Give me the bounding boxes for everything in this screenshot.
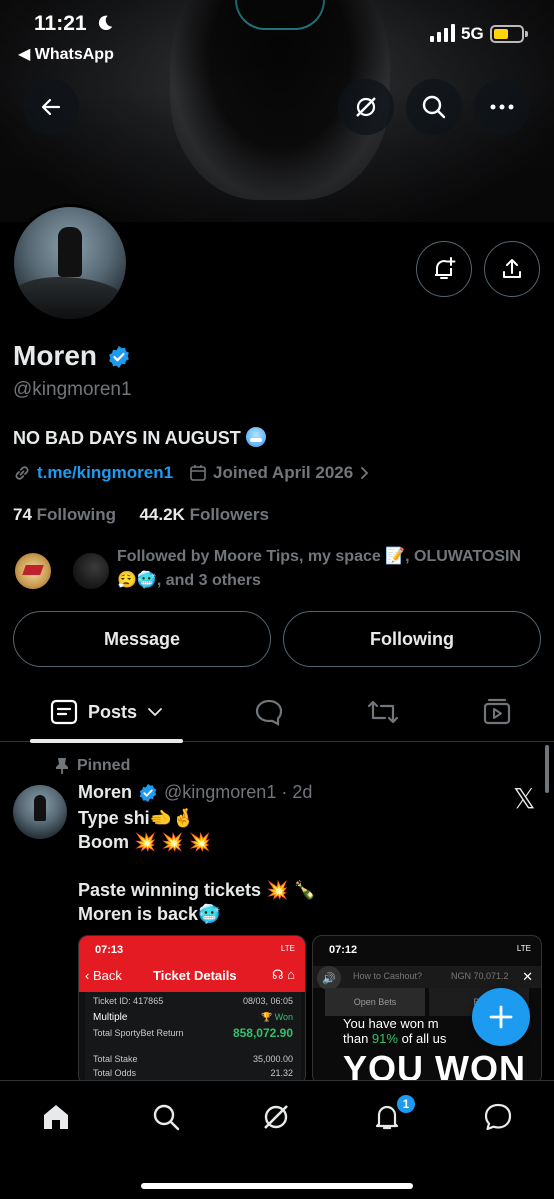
- close-icon: ✕: [522, 969, 533, 984]
- compose-post-button[interactable]: [472, 988, 530, 1046]
- media-ticket-title: Ticket Details: [153, 968, 237, 983]
- status-time: 11:21: [34, 12, 87, 35]
- post-header: Moren @kingmoren1 · 2d: [78, 782, 312, 803]
- search-icon: [153, 1104, 180, 1131]
- tab-reposts[interactable]: [365, 694, 401, 730]
- joined-date: Joined April 2026: [213, 463, 354, 482]
- chevron-right-icon[interactable]: [359, 466, 371, 480]
- more-icon: [490, 104, 514, 110]
- status-bar: 11:21 ◀ WhatsApp 5G: [0, 0, 554, 70]
- search-button[interactable]: [406, 79, 462, 135]
- followed-by-text[interactable]: Followed by Moore Tips, my space 📝, OLUW…: [117, 545, 537, 593]
- moon-icon: [98, 15, 113, 31]
- tab-posts-label: Posts: [87, 701, 138, 722]
- follow-counts: 74 Following 44.2K Followers: [13, 505, 269, 525]
- active-tab-indicator: [30, 739, 183, 743]
- following-count-link[interactable]: 74 Following: [13, 505, 116, 524]
- signal-icon: [430, 24, 455, 42]
- post-line: Paste winning tickets 💥 🍾: [78, 880, 316, 900]
- tab-replies[interactable]: [251, 694, 287, 730]
- battery-icon: [490, 25, 528, 43]
- nav-home[interactable]: [36, 1097, 76, 1137]
- post-line: Boom 💥 💥 💥: [78, 832, 212, 852]
- pin-icon: [56, 758, 68, 774]
- bio-text: NO BAD DAYS IN AUGUST: [13, 428, 241, 448]
- media-back-label: ‹ Back: [85, 968, 122, 983]
- link-icon: [15, 466, 29, 480]
- chevron-down-icon: [148, 708, 162, 717]
- share-icon: [503, 259, 521, 278]
- back-button[interactable]: [23, 79, 79, 135]
- scrollbar[interactable]: [545, 745, 549, 793]
- notifications-badge: 1: [395, 1093, 417, 1115]
- profile-link[interactable]: t.me/kingmoren1: [37, 463, 173, 483]
- post-author-avatar[interactable]: [13, 785, 67, 839]
- post-line: [78, 854, 316, 878]
- grok-icon: [356, 97, 376, 117]
- post-author-name[interactable]: Moren: [78, 782, 132, 803]
- nav-messages[interactable]: [478, 1097, 518, 1137]
- message-button[interactable]: Message: [13, 611, 271, 667]
- following-button[interactable]: Following: [283, 611, 541, 667]
- messages-icon: [484, 1103, 512, 1131]
- bottom-nav: [0, 1080, 554, 1199]
- follower-avatar-moore-tips: [13, 551, 53, 591]
- nav-grok[interactable]: [256, 1097, 296, 1137]
- tab-posts[interactable]: Posts: [30, 682, 183, 743]
- post-line: Type shi🫲🤞: [78, 808, 195, 828]
- headset-home-icon: ☊ ⌂: [271, 967, 295, 982]
- tab-media[interactable]: [479, 694, 515, 730]
- followers-count-link[interactable]: 44.2K Followers: [139, 505, 268, 524]
- profile-meta: t.me/kingmoren1 Joined April 2026: [13, 463, 371, 483]
- followed-by-avatars[interactable]: [13, 549, 113, 591]
- more-button[interactable]: [474, 79, 530, 135]
- profile-bio: NO BAD DAYS IN AUGUST: [13, 427, 266, 449]
- cold-face-emoji-icon: [245, 427, 266, 447]
- home-indicator[interactable]: [141, 1183, 413, 1189]
- follower-avatar-my-space: [71, 551, 111, 591]
- reply-icon: [255, 699, 283, 726]
- back-to-app-link[interactable]: ◀ WhatsApp: [18, 44, 114, 64]
- verified-badge-icon: [139, 783, 157, 802]
- verified-badge-icon: [109, 346, 129, 368]
- post-media-ticket-details[interactable]: 07:13 LTE ‹ Back Ticket Details ☊ ⌂ Tick…: [78, 935, 306, 1085]
- share-button[interactable]: [484, 241, 540, 297]
- pinned-label: Pinned: [77, 757, 131, 774]
- network-type: 5G: [461, 24, 484, 43]
- profile-tabs: Posts: [0, 682, 554, 743]
- search-icon: [422, 95, 446, 119]
- posts-icon: [50, 699, 78, 725]
- grok-button[interactable]: [338, 79, 394, 135]
- won-status: 🏆 Won: [260, 1012, 293, 1022]
- post-text: Type shi🫲🤞 Boom 💥 💥 💥 Paste winning tick…: [78, 806, 316, 926]
- volume-icon[interactable]: 🔊: [317, 966, 341, 990]
- media-icon: [483, 698, 511, 725]
- subscribe-notifications-button[interactable]: [416, 241, 472, 297]
- profile-handle: @kingmoren1: [13, 379, 132, 400]
- nav-search[interactable]: [146, 1097, 186, 1137]
- grok-icon: [264, 1105, 288, 1129]
- calendar-icon: [190, 465, 206, 481]
- plus-icon: [489, 1005, 513, 1029]
- post-handle-time: @kingmoren1 · 2d: [164, 782, 313, 802]
- repost-icon: [367, 700, 399, 724]
- home-icon: [44, 1105, 68, 1129]
- back-arrow-icon: [41, 98, 61, 116]
- post-line: Moren is back🥶: [78, 904, 221, 924]
- profile-name: Moren: [13, 340, 97, 371]
- x-logo-icon: 𝕏: [513, 782, 536, 815]
- profile-avatar[interactable]: [11, 204, 129, 322]
- pinned-indicator: Pinned: [55, 757, 130, 775]
- bell-plus-icon: [435, 257, 456, 279]
